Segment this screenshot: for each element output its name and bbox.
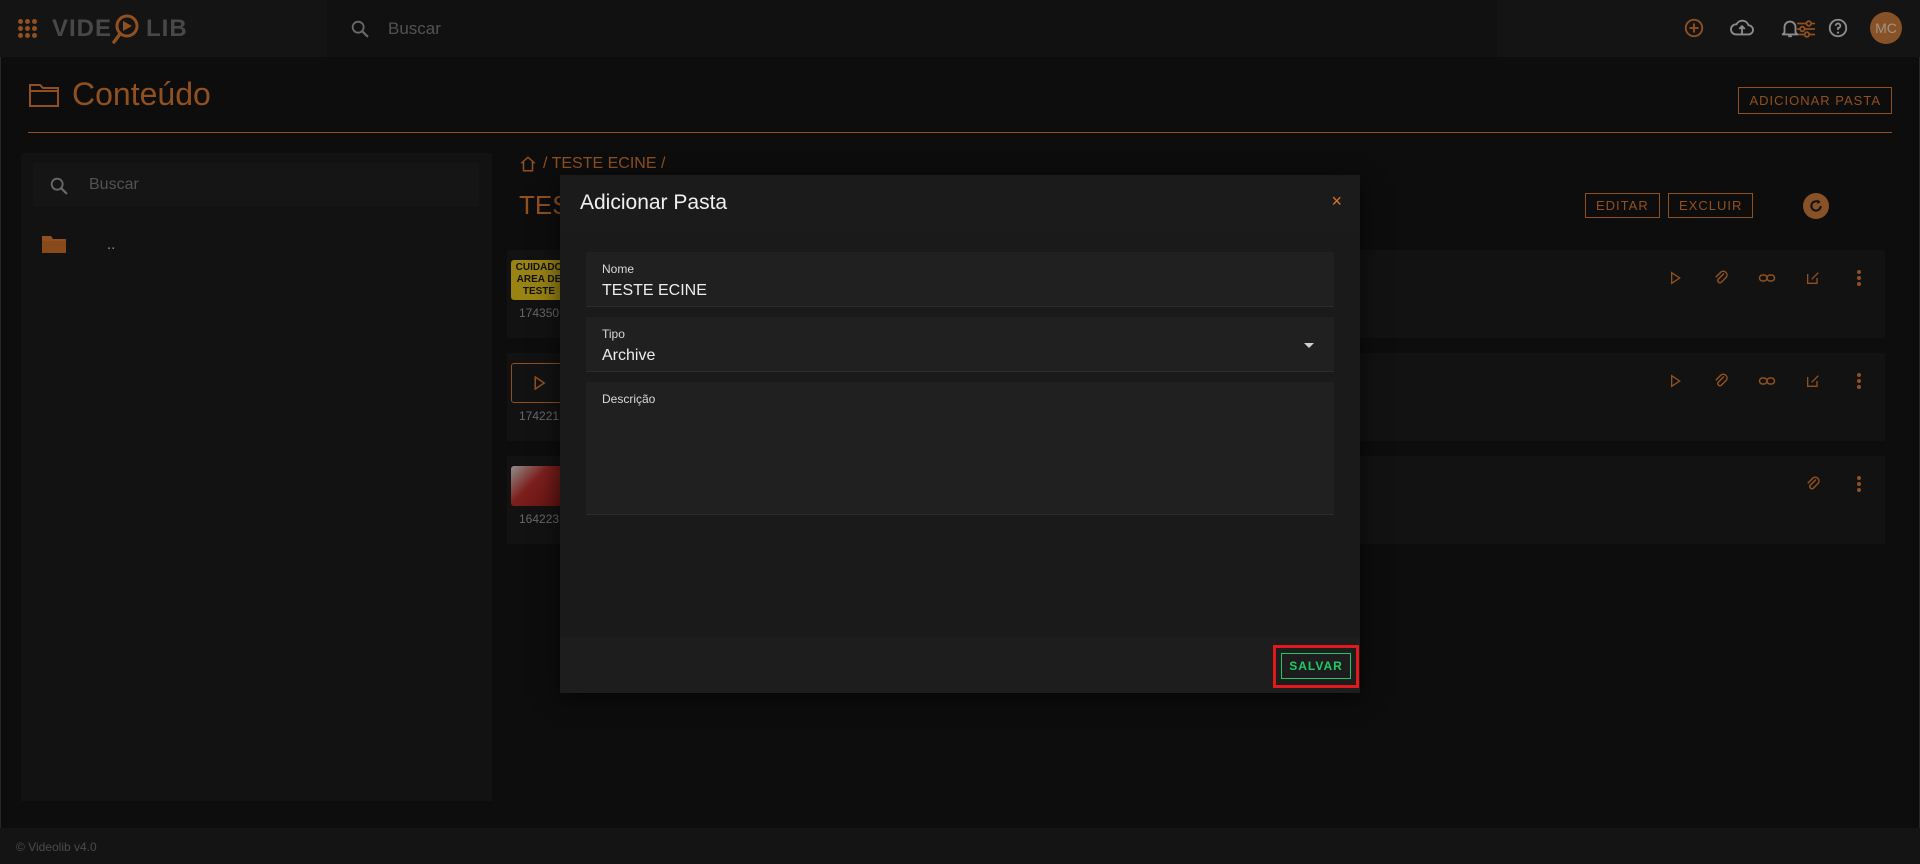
chevron-down-icon[interactable] [1304,343,1314,348]
dialog-footer [560,637,1360,693]
dialog-body: Nome TESTE ECINE Tipo Archive Descrição [560,232,1360,637]
type-select-value[interactable]: Archive [602,347,655,365]
save-button[interactable]: SALVAR [1281,653,1351,679]
description-field[interactable]: Descrição [586,382,1334,515]
dialog-title: Adicionar Pasta [580,191,728,214]
description-field-label: Descrição [602,392,656,406]
type-select-label: Tipo [602,327,625,341]
name-field-label: Nome [602,262,635,276]
name-field[interactable]: Nome TESTE ECINE [586,252,1334,307]
add-folder-dialog: Adicionar Pasta × Nome TESTE ECINE Tipo … [560,175,1360,693]
name-field-value[interactable]: TESTE ECINE [602,282,707,300]
type-select[interactable]: Tipo Archive [586,317,1334,372]
dialog-header: Adicionar Pasta × [560,175,1360,232]
close-icon[interactable]: × [1331,191,1342,212]
